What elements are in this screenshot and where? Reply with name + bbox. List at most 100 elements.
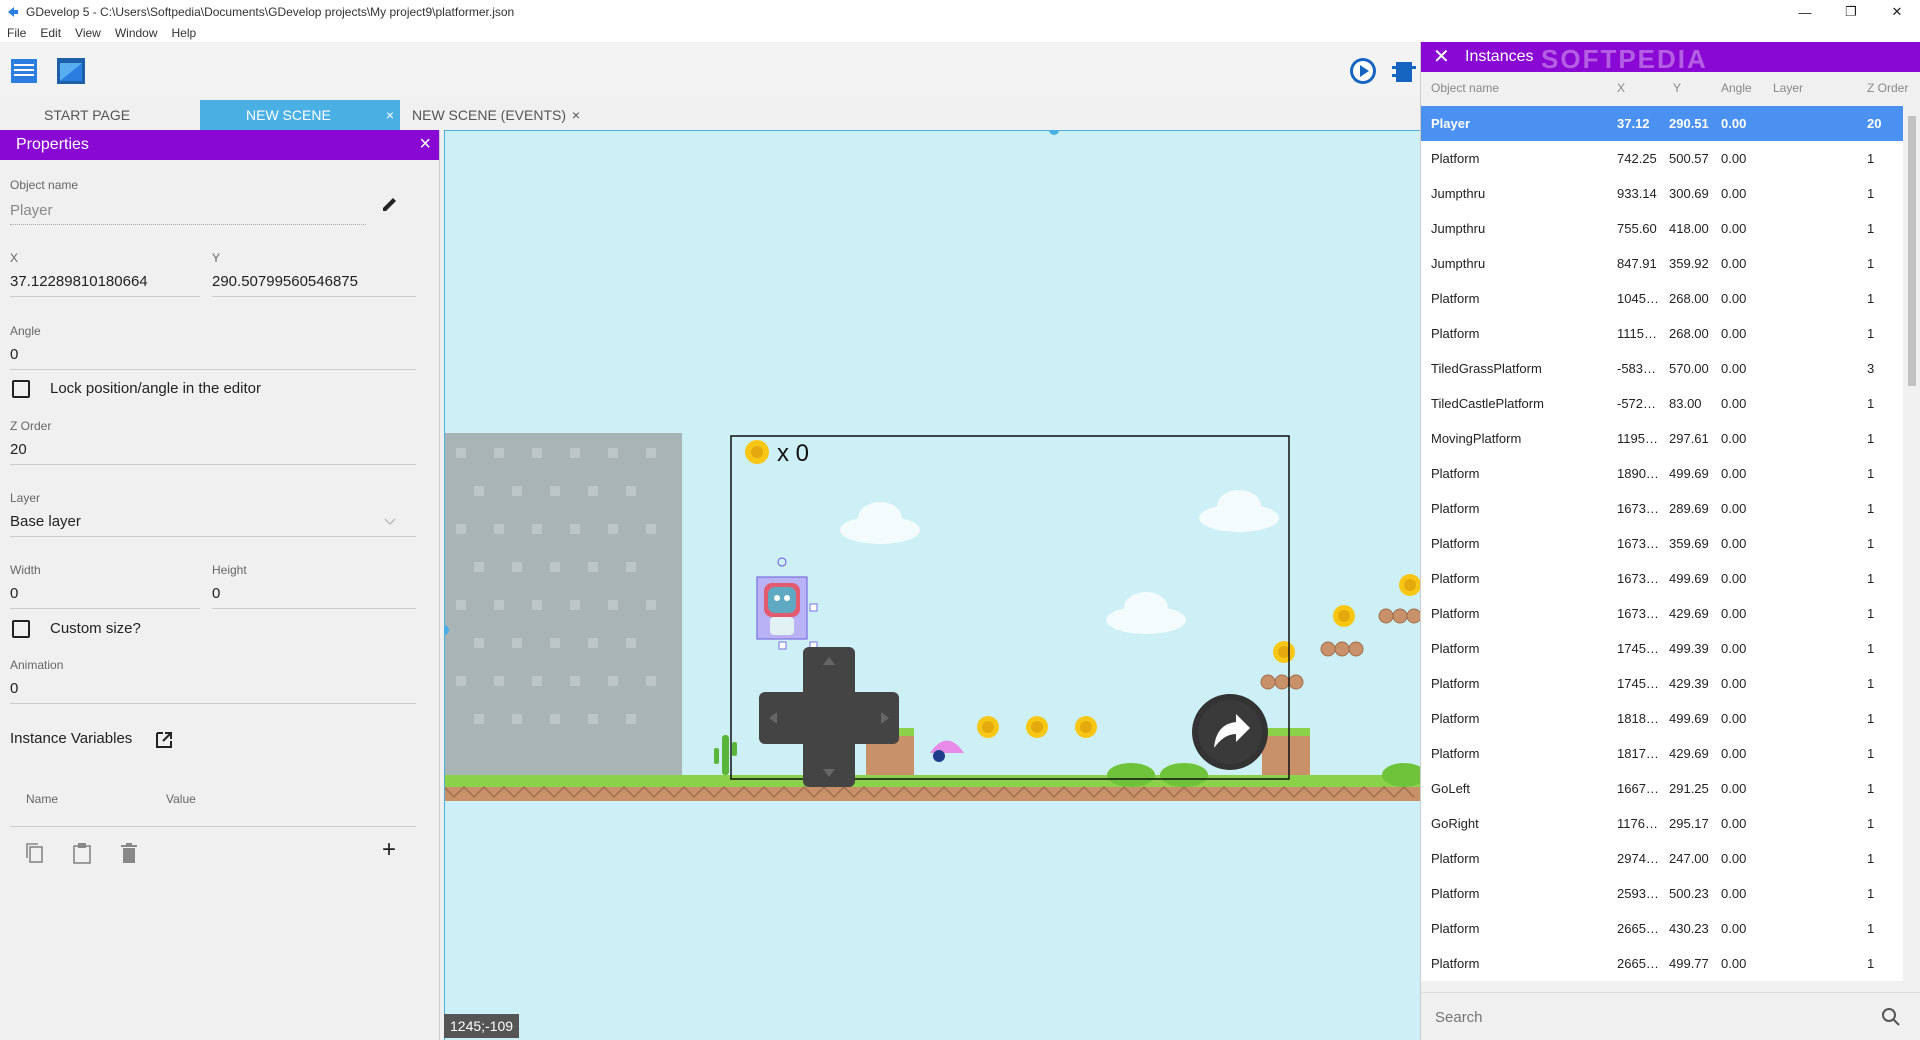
cell-object-name: Platform xyxy=(1431,606,1480,621)
menu-file[interactable]: File xyxy=(0,24,33,42)
scrollbar-thumb[interactable] xyxy=(1908,116,1916,386)
tab-start-page[interactable]: START PAGE xyxy=(0,100,200,130)
project-manager-icon[interactable] xyxy=(10,56,40,86)
resize-handle[interactable] xyxy=(809,603,818,612)
coin[interactable] xyxy=(1399,574,1420,596)
custom-size-checkbox[interactable] xyxy=(12,620,30,638)
jumpthru-platform[interactable] xyxy=(1320,641,1364,657)
table-row[interactable]: Platform 2593… 500.23 0.00 1 xyxy=(1421,876,1903,911)
table-row[interactable]: Jumpthru 755.60 418.00 0.00 1 xyxy=(1421,211,1903,246)
copy-icon[interactable] xyxy=(24,842,44,864)
minimize-button[interactable]: — xyxy=(1782,0,1828,24)
col-zorder[interactable]: Z Order xyxy=(1867,81,1908,95)
table-row[interactable]: Platform 1673… 289.69 0.00 1 xyxy=(1421,491,1903,526)
close-icon[interactable]: × xyxy=(572,107,580,123)
zorder-field[interactable]: 20 xyxy=(10,441,27,458)
table-row[interactable]: Platform 2665… 430.23 0.00 1 xyxy=(1421,911,1903,946)
scene-view[interactable]: x 0 xyxy=(444,130,1420,1040)
table-row[interactable]: GoRight 1176… 295.17 0.00 1 xyxy=(1421,806,1903,841)
table-row[interactable]: Platform 1115… 268.00 0.00 1 xyxy=(1421,316,1903,351)
guide-handle[interactable] xyxy=(1049,130,1059,135)
menu-edit[interactable]: Edit xyxy=(33,24,68,42)
rotate-handle[interactable] xyxy=(777,557,787,567)
menu-window[interactable]: Window xyxy=(108,24,165,42)
close-icon[interactable]: × xyxy=(419,134,431,154)
col-y[interactable]: Y xyxy=(1673,81,1681,95)
coin[interactable] xyxy=(1026,716,1048,738)
paste-icon[interactable] xyxy=(72,842,92,864)
menu-view[interactable]: View xyxy=(68,24,108,42)
col-object-name[interactable]: Object name xyxy=(1431,81,1499,95)
y-field[interactable]: 290.50799560546875 xyxy=(212,273,358,290)
table-row[interactable]: TiledCastlePlatform -572… 83.00 0.00 1 xyxy=(1421,386,1903,421)
col-layer[interactable]: Layer xyxy=(1773,81,1803,95)
preview-play-icon[interactable] xyxy=(1348,56,1378,86)
coin[interactable] xyxy=(1075,716,1097,738)
width-field[interactable]: 0 xyxy=(10,585,18,602)
table-row[interactable]: Player 37.12 290.51 0.00 20 xyxy=(1421,106,1903,141)
lock-position-checkbox[interactable] xyxy=(12,380,30,398)
table-row[interactable]: Jumpthru 847.91 359.92 0.00 1 xyxy=(1421,246,1903,281)
layer-select[interactable]: Base layer xyxy=(10,513,81,530)
tab-new-scene-events[interactable]: NEW SCENE (EVENTS) × xyxy=(400,100,600,130)
cell-object-name: Platform xyxy=(1431,326,1480,341)
close-icon[interactable]: × xyxy=(386,107,394,123)
col-x[interactable]: X xyxy=(1617,81,1625,95)
cell-y: 499.69 xyxy=(1669,711,1709,726)
table-row[interactable]: Platform 1890… 499.69 0.00 1 xyxy=(1421,456,1903,491)
coin[interactable] xyxy=(1273,641,1295,663)
height-field[interactable]: 0 xyxy=(212,585,220,602)
search-icon[interactable] xyxy=(1881,1007,1901,1027)
x-field[interactable]: 37.12289810180664 xyxy=(10,273,148,290)
menu-help[interactable]: Help xyxy=(165,24,204,42)
edit-pencil-icon[interactable] xyxy=(380,194,400,214)
table-row[interactable]: Platform 1045… 268.00 0.00 1 xyxy=(1421,281,1903,316)
maximize-button[interactable]: ❐ xyxy=(1828,0,1874,24)
debug-icon[interactable] xyxy=(1392,56,1416,86)
table-row[interactable]: Platform 1673… 429.69 0.00 1 xyxy=(1421,596,1903,631)
chevron-down-icon[interactable] xyxy=(384,518,396,526)
instances-scrollbar[interactable] xyxy=(1906,106,1918,1026)
jumpthru-platform[interactable] xyxy=(1260,674,1304,690)
table-row[interactable]: Platform 2665… 499.77 0.00 1 xyxy=(1421,946,1903,981)
properties-panel: Properties × Object name Player X 37.122… xyxy=(0,130,440,1040)
table-row[interactable]: Platform 1673… 499.69 0.00 1 xyxy=(1421,561,1903,596)
slime-enemy[interactable] xyxy=(930,740,964,763)
table-row[interactable]: Jumpthru 933.14 300.69 0.00 1 xyxy=(1421,176,1903,211)
object-name-field[interactable]: Player xyxy=(10,202,53,219)
table-row[interactable]: Platform 1745… 499.39 0.00 1 xyxy=(1421,631,1903,666)
table-row[interactable]: TiledGrassPlatform -583… 570.00 0.00 3 xyxy=(1421,351,1903,386)
table-row[interactable]: Platform 1673… 359.69 0.00 1 xyxy=(1421,526,1903,561)
jumpthru-platform[interactable] xyxy=(1378,608,1420,624)
col-angle[interactable]: Angle xyxy=(1721,81,1752,95)
animation-field[interactable]: 0 xyxy=(10,680,18,697)
table-row[interactable]: Platform 1745… 429.39 0.00 1 xyxy=(1421,666,1903,701)
softpedia-watermark: SOFTPEDIA xyxy=(1541,44,1708,74)
jump-button[interactable] xyxy=(1192,694,1268,770)
open-external-icon[interactable] xyxy=(154,730,174,750)
cell-object-name: Platform xyxy=(1431,536,1480,551)
platform[interactable] xyxy=(1262,733,1310,775)
tab-new-scene[interactable]: NEW SCENE × xyxy=(200,100,400,130)
search-input[interactable] xyxy=(1435,1005,1855,1029)
delete-icon[interactable] xyxy=(120,842,138,864)
resize-handle[interactable] xyxy=(778,641,787,650)
angle-field[interactable]: 0 xyxy=(10,346,18,363)
cell-zorder: 1 xyxy=(1867,291,1875,306)
cell-angle: 0.00 xyxy=(1721,851,1747,866)
table-row[interactable]: Platform 2974… 247.00 0.00 1 xyxy=(1421,841,1903,876)
add-variable-button[interactable]: + xyxy=(382,836,396,864)
scene-canvas[interactable]: x 0 xyxy=(444,130,1420,1040)
cell-angle: 0.00 xyxy=(1721,711,1747,726)
coin[interactable] xyxy=(977,716,999,738)
table-row[interactable]: GoLeft 1667… 291.25 0.00 1 xyxy=(1421,771,1903,806)
close-window-button[interactable]: ✕ xyxy=(1874,0,1920,24)
table-row[interactable]: MovingPlatform 1195… 297.61 0.00 1 xyxy=(1421,421,1903,456)
close-icon[interactable]: ✕ xyxy=(1433,47,1450,67)
table-row[interactable]: Platform 742.25 500.57 0.00 1 xyxy=(1421,141,1903,176)
cell-x: 1817… xyxy=(1617,746,1659,761)
table-row[interactable]: Platform 1818… 499.69 0.00 1 xyxy=(1421,701,1903,736)
scene-editor-icon[interactable] xyxy=(56,56,86,86)
coin[interactable] xyxy=(1333,605,1355,627)
table-row[interactable]: Platform 1817… 429.69 0.00 1 xyxy=(1421,736,1903,771)
